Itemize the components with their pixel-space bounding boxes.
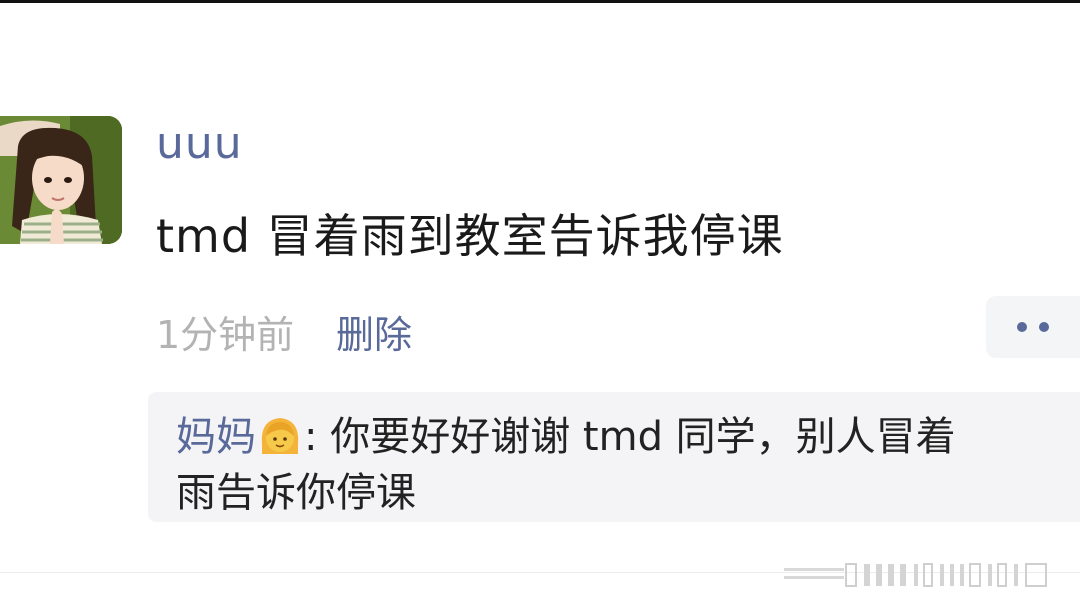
- woman-emoji-icon: [261, 418, 299, 454]
- comment-box: 妈妈 : 你要好好谢谢 tmd 同学，别人冒着 雨告诉你停课: [148, 392, 1080, 522]
- delete-button[interactable]: 删除: [336, 304, 412, 359]
- username[interactable]: uuu: [156, 118, 243, 169]
- comment-separator: :: [304, 414, 318, 460]
- more-button[interactable]: [986, 296, 1080, 358]
- comment-text-line-2: 雨告诉你停课: [176, 470, 416, 516]
- comment-line-1: 妈妈 : 你要好好谢谢 tmd 同学，别人冒着: [176, 404, 956, 462]
- post-text: tmd 冒着雨到教室告诉我停课: [156, 209, 784, 263]
- timestamp: 1分钟前: [156, 313, 295, 357]
- avatar-illustration: [0, 116, 122, 244]
- comment-text-line-1: 你要好好谢谢 tmd 同学，别人冒着: [330, 414, 956, 460]
- more-dots-icon: [1039, 322, 1049, 332]
- top-border: [0, 0, 1080, 3]
- comment-author[interactable]: 妈妈: [176, 414, 256, 460]
- more-dots-icon: [1017, 322, 1027, 332]
- avatar[interactable]: [0, 116, 122, 244]
- comment-line-2: 雨告诉你停课: [176, 460, 416, 518]
- watermark: [784, 563, 1047, 587]
